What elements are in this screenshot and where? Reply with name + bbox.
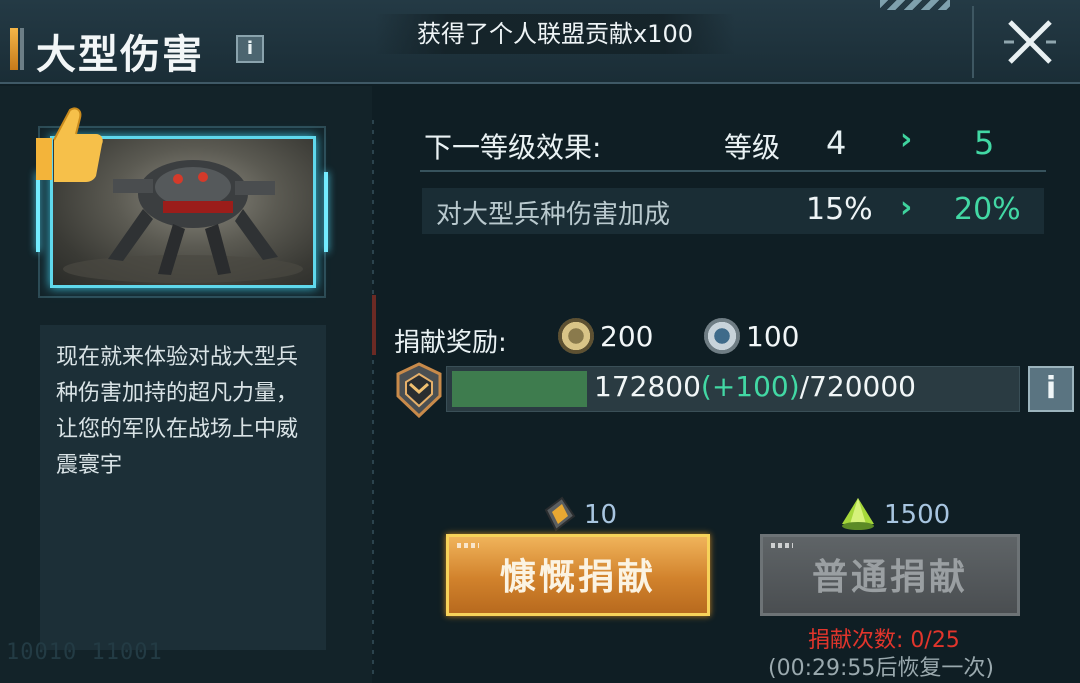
description-text: 现在就来体验对战大型兵种伤害加持的超凡力量，让您的军队在战场上中威震寰宇 [56, 345, 299, 478]
level-label: 等级 [724, 131, 781, 164]
progress-text: 172800(+100)/720000 [594, 370, 916, 403]
serial-decor: 10010 11001 [6, 640, 163, 665]
column-divider [372, 120, 374, 680]
title-info-icon[interactable]: i [236, 35, 264, 63]
close-icon[interactable] [1002, 14, 1058, 70]
generous-donate-button[interactable]: 慷慨捐献 [446, 534, 710, 616]
generous-cost: 10 [584, 500, 618, 530]
generous-donate-label: 慷慨捐献 [499, 556, 656, 598]
header-stripe-decor [880, 0, 950, 10]
recover-timer: (00:29:55后恢复一次) [768, 656, 994, 681]
reward-gold-value: 200 [600, 320, 654, 353]
title-accent-secondary [20, 28, 24, 70]
button-mark [457, 543, 479, 548]
progress-max: /720000 [799, 370, 916, 403]
normal-donate-label: 普通捐献 [811, 556, 968, 598]
silver-medal-icon [704, 318, 740, 354]
level-arrow-icon: › [900, 122, 913, 157]
button-mark [771, 543, 793, 548]
progress-current: 172800 [594, 370, 701, 403]
reward-silver-value: 100 [746, 320, 800, 353]
close-separator [972, 6, 974, 78]
effect-next: 20% [954, 192, 1021, 227]
progress-fill [452, 371, 587, 407]
gold-medal-icon [558, 318, 594, 354]
divider-highlight [372, 295, 376, 355]
normal-cost: 1500 [884, 500, 951, 530]
effect-current: 15% [806, 192, 873, 227]
progress-info-icon[interactable]: i [1028, 366, 1074, 412]
green-crystal-icon [842, 498, 874, 530]
next-level-value: 5 [974, 124, 995, 162]
title-accent [10, 28, 18, 70]
page-title: 大型伤害 [36, 31, 204, 78]
normal-donate-button[interactable]: 普通捐献 [760, 534, 1020, 616]
progress-bonus: (+100) [700, 370, 800, 403]
effect-label: 对大型兵种伤害加成 [436, 200, 671, 230]
glow-bar-right [324, 172, 328, 252]
notification-banner: 获得了个人联盟贡献x100 [375, 14, 735, 54]
gold-crystal-icon [544, 496, 576, 532]
alliance-badge-icon [396, 362, 442, 418]
next-level-label: 下一等级效果: [424, 131, 602, 164]
effect-arrow-icon: › [900, 190, 913, 225]
current-level: 4 [826, 124, 847, 162]
reward-label: 捐献奖励: [394, 328, 507, 358]
thumbs-up-icon [36, 107, 103, 182]
